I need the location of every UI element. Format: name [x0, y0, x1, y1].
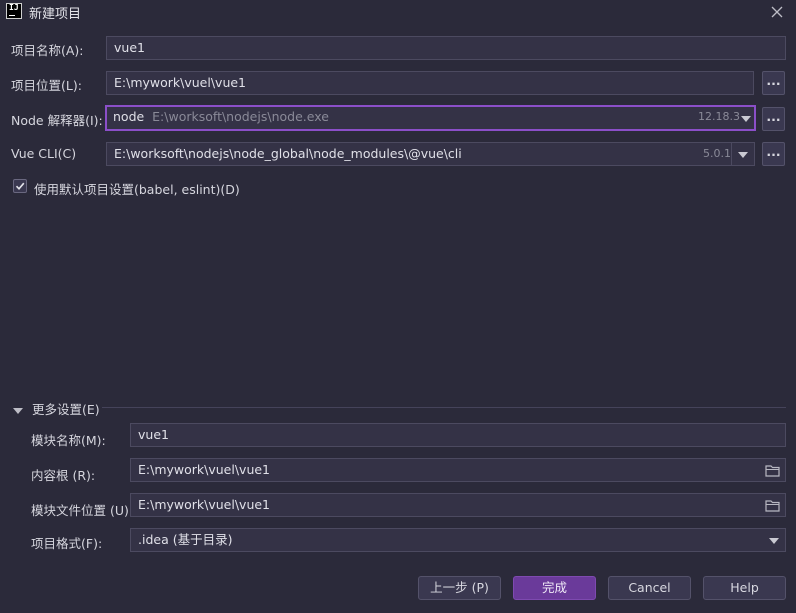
more-settings-header[interactable]: 更多设置(E) — [32, 399, 100, 418]
content-root-label: 内容根 (R): — [31, 468, 96, 483]
content-root-input[interactable]: E:\mywork\vuel\vue1 — [130, 458, 786, 482]
default-settings-label[interactable]: 使用默认项目设置(babel, eslint)(D) — [34, 179, 240, 198]
project-format-value: .idea (基于目录) — [138, 532, 233, 547]
node-interpreter-select[interactable]: node E:\worksoft\nodejs\node.exe 12.18.3 — [105, 105, 756, 131]
module-file-location-label: 模块文件位置 (U): — [31, 503, 134, 518]
logo-text: IJ — [9, 3, 19, 12]
module-file-location-value: E:\mywork\vuel\vue1 — [138, 497, 271, 512]
browse-node-button[interactable]: ... — [762, 107, 785, 131]
collapse-more-settings[interactable] — [13, 403, 25, 414]
project-name-input[interactable]: vue1 — [106, 36, 786, 60]
node-name: node — [113, 109, 145, 124]
chevron-down-icon — [738, 152, 748, 158]
node-path: E:\worksoft\nodejs\node.exe — [152, 109, 329, 124]
browse-vue-cli-button[interactable]: ... — [762, 142, 785, 166]
folder-icon[interactable] — [765, 499, 781, 513]
browse-location-button[interactable]: ... — [762, 71, 785, 95]
triangle-down-icon — [13, 408, 23, 414]
project-format-select[interactable]: .idea (基于目录) — [130, 528, 786, 552]
close-icon[interactable] — [771, 2, 783, 20]
vue-cli-path: E:\worksoft\nodejs\node_global\node_modu… — [114, 146, 462, 161]
folder-icon[interactable] — [765, 464, 781, 478]
node-version: 12.18.3 — [698, 110, 740, 123]
module-name-label: 模块名称(M): — [31, 433, 106, 448]
chevron-down-icon — [741, 116, 751, 122]
vue-cli-version: 5.0.1 — [703, 147, 731, 160]
module-file-location-input[interactable]: E:\mywork\vuel\vue1 — [130, 493, 786, 517]
content-root-value: E:\mywork\vuel\vue1 — [138, 462, 271, 477]
finish-button[interactable]: 完成 — [513, 576, 596, 600]
module-name-input[interactable]: vue1 — [130, 423, 786, 447]
project-name-label: 项目名称(A): — [11, 43, 84, 58]
intellij-logo-icon: IJ — [6, 3, 22, 19]
help-button[interactable]: Help — [703, 576, 786, 600]
project-location-label: 项目位置(L): — [11, 78, 82, 93]
project-location-input[interactable]: E:\mywork\vuel\vue1 — [106, 71, 754, 95]
vue-cli-input[interactable]: E:\worksoft\nodejs\node_global\node_modu… — [106, 142, 732, 166]
section-divider — [102, 407, 786, 408]
checkmark-icon — [15, 182, 25, 190]
project-format-label: 项目格式(F): — [31, 536, 103, 551]
cancel-button[interactable]: Cancel — [608, 576, 691, 600]
default-settings-checkbox[interactable] — [13, 179, 27, 193]
chevron-down-icon — [769, 538, 779, 544]
previous-button[interactable]: 上一步 (P) — [418, 576, 501, 600]
window-title: 新建项目 — [29, 7, 82, 22]
vue-cli-dropdown-button[interactable] — [732, 142, 755, 166]
node-interpreter-label: Node 解释器(I): — [11, 113, 103, 128]
vue-cli-label: Vue CLI(C) — [11, 146, 77, 161]
title-bar: IJ 新建项目 — [0, 0, 796, 26]
